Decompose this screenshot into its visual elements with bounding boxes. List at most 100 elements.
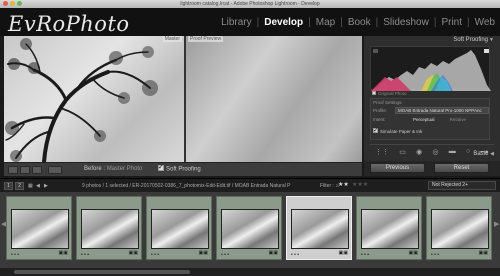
thumb-dots: • • •: [221, 252, 230, 258]
module-separator: |: [467, 17, 470, 28]
filmstrip-thumb[interactable]: • • • ▣▣: [76, 196, 142, 260]
develop-badge-icon: ▣▣: [268, 250, 278, 256]
previous-button[interactable]: Previous: [370, 163, 425, 173]
develop-badge-icon: ▣▣: [478, 250, 488, 256]
highlight-clipping-icon: [484, 49, 489, 53]
filmstrip-thumb-selected[interactable]: • • • ▣▣: [286, 196, 352, 260]
module-separator: |: [433, 17, 437, 28]
filmstrip-thumb[interactable]: • • • ▣▣: [426, 196, 492, 260]
compare-view-button[interactable]: [20, 166, 30, 174]
soft-proofing-label: Soft Proofing: [166, 166, 201, 173]
reset-button[interactable]: Reset: [434, 163, 489, 173]
thumbnail-image: [291, 209, 349, 249]
primary-window-button[interactable]: 1: [4, 182, 13, 190]
histogram[interactable]: [370, 46, 491, 91]
secondary-window-button[interactable]: 2: [15, 182, 24, 190]
right-panel: Soft Proofing ▼ Original Photo Proof Set…: [364, 36, 500, 176]
loupe-view-button[interactable]: [8, 166, 18, 174]
thumbnail-image: [431, 209, 489, 249]
grid-icon[interactable]: ▦: [28, 182, 33, 190]
develop-badge-icon: ▣▣: [408, 250, 418, 256]
before-label: Before : Master Photo: [84, 166, 142, 172]
basic-panel-title: Basic: [473, 151, 488, 157]
thumb-dots: • • •: [81, 252, 90, 258]
original-photo-option[interactable]: Original Photo: [372, 90, 407, 96]
before-after-button[interactable]: [32, 166, 42, 174]
before-value[interactable]: Master Photo: [107, 166, 143, 172]
profile-label: Profile:: [373, 108, 388, 113]
module-separator: |: [375, 17, 379, 28]
original-photo-checkbox[interactable]: [372, 90, 376, 95]
develop-badge-icon: ▣▣: [128, 250, 138, 256]
identity-plate: EvRoPhoto: [8, 12, 130, 36]
thumbnail-image: [151, 209, 209, 249]
develop-badge-icon: ▣▣: [338, 250, 348, 256]
filmstrip[interactable]: ◀ • • • ▣▣ • • • ▣▣ • • • ▣▣ • • • ▣▣ • …: [0, 192, 500, 268]
proof-settings-box: Proof Settings: Profile: MOAB Entrada Na…: [370, 98, 490, 140]
filter-label: Filter :: [320, 183, 334, 189]
module-develop[interactable]: Develop: [263, 17, 304, 28]
filmstrip-thumb[interactable]: • • • ▣▣: [6, 196, 72, 260]
filmstrip-source-info[interactable]: 9 photos / 1 selected / ER-20170502-0386…: [82, 182, 322, 190]
original-photo-label: Original Photo: [378, 91, 407, 96]
proof-preview-pane[interactable]: Proof Preview: [186, 36, 362, 162]
thumbnail-image: [221, 209, 279, 249]
master-pane[interactable]: Master: [4, 36, 184, 162]
proof-preview-label: Proof Preview: [188, 36, 224, 42]
intent-options: Perceptual Relative: [395, 116, 489, 123]
rating-filter-empty-stars[interactable]: ★★★: [352, 181, 368, 188]
intent-perceptual-option[interactable]: Perceptual: [413, 117, 435, 122]
filmstrip-thumb[interactable]: • • • ▣▣: [216, 196, 282, 260]
thumb-dots: • • •: [361, 252, 370, 258]
thumb-dots: • • •: [291, 252, 300, 258]
module-slideshow[interactable]: Slideshow: [382, 17, 430, 28]
title-bar: lightroom catalog.lrcat - Adobe Photosho…: [0, 0, 500, 8]
module-map[interactable]: Map: [315, 17, 336, 28]
filmstrip-thumb[interactable]: • • • ▣▣: [356, 196, 422, 260]
proof-settings-label: Proof Settings:: [373, 100, 403, 105]
filmstrip-scroll-thumb[interactable]: [14, 270, 190, 274]
soft-proofing-panel-title: Soft Proofing: [453, 37, 488, 43]
window-title: lightroom catalog.lrcat - Adobe Photosho…: [180, 1, 320, 7]
simulate-paper-checkbox[interactable]: [373, 126, 379, 134]
filmstrip-thumb[interactable]: • • • ▣▣: [146, 196, 212, 260]
module-web[interactable]: Web: [474, 17, 496, 28]
forward-arrow-icon[interactable]: ▶: [44, 182, 48, 190]
module-picker: Library | Develop | Map | Book | Slidesh…: [220, 17, 496, 28]
rating-filter-stars[interactable]: ★★: [338, 181, 349, 188]
expand-triangle-icon[interactable]: ◀: [490, 150, 494, 159]
master-label: Master: [162, 36, 182, 42]
profile-select[interactable]: MOAB Entrada Natural Pro-1000 NPPAnc: [395, 107, 489, 114]
thumbnail-image: [11, 209, 69, 249]
lightroom-window: lightroom catalog.lrcat - Adobe Photosho…: [0, 0, 500, 276]
module-separator: |: [340, 17, 343, 28]
before-text: Before :: [84, 166, 106, 172]
intent-relative-option[interactable]: Relative: [450, 117, 466, 122]
collapse-triangle-icon[interactable]: ▼: [489, 36, 494, 45]
viewer-toolbar: Before : Master Photo Soft Proofing: [4, 162, 362, 176]
filmstrip-header: 1 2 ▦ ◀ ▶ 9 photos / 1 selected / ER-201…: [0, 178, 500, 192]
thumbnail-image: [81, 209, 139, 249]
module-print[interactable]: Print: [440, 17, 463, 28]
thumb-dots: • • •: [151, 252, 160, 258]
filter-select[interactable]: Not Rejected 2+: [428, 181, 496, 190]
soft-proofing-checkbox[interactable]: [158, 163, 164, 171]
shadow-clipping-icon: [373, 49, 378, 53]
soft-proofing-toggle[interactable]: Soft Proofing: [158, 163, 201, 173]
filmstrip-right-arrow-icon[interactable]: ▶: [494, 220, 499, 228]
yy-split-button[interactable]: [48, 166, 62, 174]
photo-viewer[interactable]: Master Proof Preview: [4, 36, 362, 162]
develop-badge-icon: ▣▣: [58, 250, 68, 256]
soft-proofing-panel-header[interactable]: Soft Proofing ▼: [364, 36, 496, 45]
simulate-paper-label: Simulate Paper & Ink: [380, 129, 423, 134]
thumb-dots: • • •: [431, 252, 440, 258]
simulate-paper-option[interactable]: Simulate Paper & Ink: [373, 126, 423, 134]
tree-photo: [5, 38, 158, 162]
basic-panel-header[interactable]: Basic ◀: [364, 150, 496, 159]
develop-buttons: Previous Reset: [364, 161, 500, 176]
module-library[interactable]: Library: [220, 17, 253, 28]
intent-label: Intent:: [373, 117, 386, 122]
filmstrip-scrollbar[interactable]: [0, 268, 500, 276]
module-book[interactable]: Book: [347, 17, 372, 28]
back-arrow-icon[interactable]: ◀: [36, 182, 40, 190]
